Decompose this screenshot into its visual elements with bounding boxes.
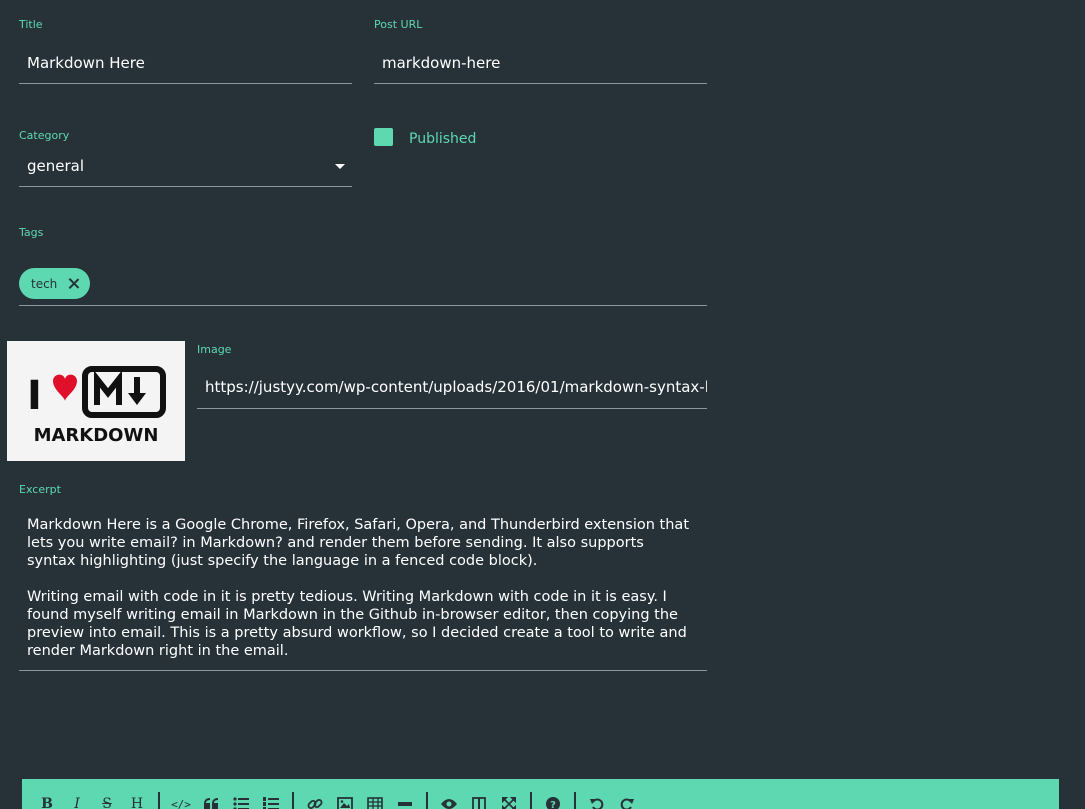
tag-chip-tech: tech bbox=[19, 268, 91, 299]
image-icon[interactable] bbox=[333, 792, 357, 809]
toolbar-divider bbox=[292, 792, 294, 809]
eye-icon[interactable] bbox=[437, 792, 461, 809]
tags-input[interactable] bbox=[19, 258, 707, 306]
strikethrough-button[interactable]: S bbox=[95, 792, 119, 809]
image-url-input[interactable]: https://justyy.com/wp-content/uploads/20… bbox=[197, 366, 707, 409]
title-label: Title bbox=[19, 18, 43, 31]
svg-text:?: ? bbox=[550, 800, 556, 809]
editor-toolbar: B I S H </> ? bbox=[22, 779, 1059, 809]
thumbnail-text: MARKDOWN bbox=[34, 425, 159, 446]
category-value: general bbox=[27, 157, 85, 175]
chevron-down-icon bbox=[335, 164, 345, 169]
svg-text:I: I bbox=[27, 373, 42, 419]
markdown-logo-icon: I MARKDOWN bbox=[7, 341, 185, 461]
quote-icon[interactable] bbox=[199, 792, 223, 809]
italic-button[interactable]: I bbox=[65, 792, 89, 809]
title-value: Markdown Here bbox=[27, 53, 145, 72]
post-url-label: Post URL bbox=[374, 18, 423, 31]
undo-icon[interactable] bbox=[585, 792, 609, 809]
tag-chip-label: tech bbox=[31, 276, 58, 291]
toolbar-divider bbox=[426, 792, 428, 809]
redo-icon[interactable] bbox=[615, 792, 639, 809]
side-by-side-icon[interactable] bbox=[467, 792, 491, 809]
toolbar-divider bbox=[158, 792, 160, 809]
toolbar-divider bbox=[530, 792, 532, 809]
post-url-value: markdown-here bbox=[382, 53, 501, 72]
horizontal-rule-icon[interactable] bbox=[393, 792, 417, 809]
close-icon[interactable] bbox=[68, 278, 79, 289]
category-select[interactable]: general bbox=[19, 146, 352, 187]
fullscreen-icon[interactable] bbox=[497, 792, 521, 809]
category-label: Category bbox=[19, 129, 70, 142]
published-checkbox[interactable] bbox=[374, 128, 393, 146]
image-url-value: https://justyy.com/wp-content/uploads/20… bbox=[205, 378, 707, 396]
heading-button[interactable]: H bbox=[125, 792, 149, 809]
excerpt-label: Excerpt bbox=[19, 483, 61, 496]
image-thumbnail: I MARKDOWN bbox=[7, 341, 185, 461]
ordered-list-icon[interactable] bbox=[259, 792, 283, 809]
link-icon[interactable] bbox=[303, 792, 327, 809]
published-label[interactable]: Published bbox=[409, 131, 476, 147]
bold-button[interactable]: B bbox=[35, 792, 59, 809]
toolbar-divider bbox=[574, 792, 576, 809]
table-icon[interactable] bbox=[363, 792, 387, 809]
title-input[interactable]: Markdown Here bbox=[19, 42, 352, 84]
code-button[interactable]: </> bbox=[169, 792, 193, 809]
tags-label: Tags bbox=[19, 226, 44, 239]
excerpt-textarea[interactable]: Markdown Here is a Google Chrome, Firefo… bbox=[19, 508, 707, 671]
post-url-input[interactable]: markdown-here bbox=[374, 42, 707, 84]
unordered-list-icon[interactable] bbox=[229, 792, 253, 809]
help-icon[interactable]: ? bbox=[541, 792, 565, 809]
image-label: Image bbox=[197, 343, 232, 356]
